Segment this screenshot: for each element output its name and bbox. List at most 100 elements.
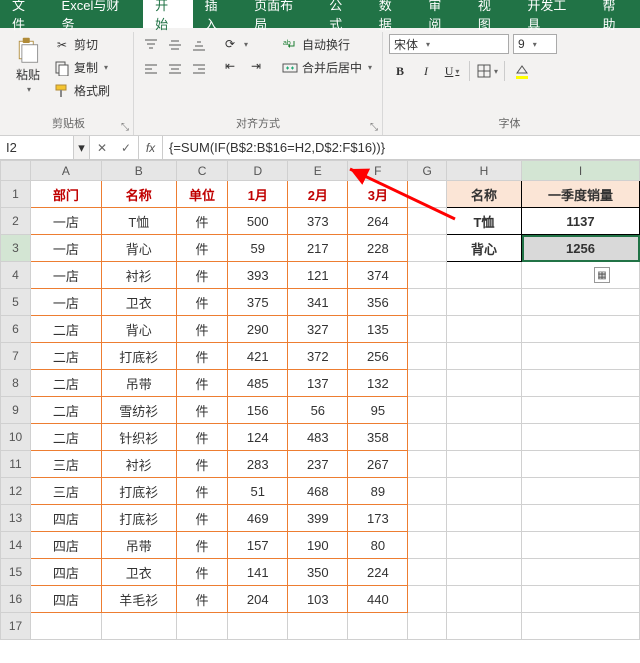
tab-home[interactable]: 开始 — [143, 0, 193, 28]
cell-E12[interactable]: 468 — [288, 478, 348, 505]
cell-G4[interactable] — [408, 262, 447, 289]
cell-G17[interactable] — [408, 613, 447, 640]
col-header-A[interactable]: A — [31, 161, 102, 181]
cell-I4[interactable] — [522, 262, 640, 289]
tab-excel-fin[interactable]: Excel与财务 — [50, 0, 144, 28]
cell-E2[interactable]: 373 — [288, 208, 348, 235]
format-painter-button[interactable]: 格式刷 — [50, 80, 114, 101]
cell-A13[interactable]: 四店 — [31, 505, 102, 532]
cell-B10[interactable]: 针织衫 — [101, 424, 176, 451]
cell-D5[interactable]: 375 — [228, 289, 288, 316]
fx-icon[interactable]: fx — [139, 136, 163, 159]
cell-F8[interactable]: 132 — [348, 370, 408, 397]
cell-E1[interactable]: 2月 — [288, 181, 348, 208]
tab-formulas[interactable]: 公式 — [317, 0, 367, 28]
cell-I2[interactable]: 1137 — [522, 208, 640, 235]
name-box[interactable]: I2 ▾ — [0, 136, 90, 159]
cell-E10[interactable]: 483 — [288, 424, 348, 451]
cell-B7[interactable]: 打底衫 — [101, 343, 176, 370]
cell-C17[interactable] — [176, 613, 227, 640]
wrap-text-button[interactable]: ab 自动换行 — [278, 34, 376, 55]
cell-G2[interactable] — [408, 208, 447, 235]
cell-I10[interactable] — [522, 424, 640, 451]
cell-A8[interactable]: 二店 — [31, 370, 102, 397]
cell-I5[interactable] — [522, 289, 640, 316]
cell-C13[interactable]: 件 — [176, 505, 227, 532]
cell-G16[interactable] — [408, 586, 447, 613]
cell-I8[interactable] — [522, 370, 640, 397]
cell-B6[interactable]: 背心 — [101, 316, 176, 343]
col-header-C[interactable]: C — [176, 161, 227, 181]
cell-F10[interactable]: 358 — [348, 424, 408, 451]
tab-insert[interactable]: 插入 — [193, 0, 243, 28]
font-name-select[interactable]: 宋体▾ — [389, 34, 509, 54]
cell-A9[interactable]: 二店 — [31, 397, 102, 424]
row-header-15[interactable]: 15 — [1, 559, 31, 586]
cell-E15[interactable]: 350 — [288, 559, 348, 586]
cell-B3[interactable]: 背心 — [101, 235, 176, 262]
cell-D12[interactable]: 51 — [228, 478, 288, 505]
cell-H6[interactable] — [446, 316, 521, 343]
cell-I3[interactable]: 1256 — [522, 235, 640, 262]
tab-file[interactable]: 文件 — [0, 0, 50, 28]
cell-D13[interactable]: 469 — [228, 505, 288, 532]
alignment-dialog-launcher[interactable]: ⤡ — [368, 121, 380, 133]
cell-H2[interactable]: T恤 — [446, 208, 521, 235]
cell-F11[interactable]: 267 — [348, 451, 408, 478]
merge-center-button[interactable]: 合并后居中 ▾ — [278, 57, 376, 78]
cell-H16[interactable] — [446, 586, 521, 613]
tab-dev[interactable]: 开发工具 — [515, 0, 590, 28]
cell-I11[interactable] — [522, 451, 640, 478]
cell-C14[interactable]: 件 — [176, 532, 227, 559]
tab-review[interactable]: 审阅 — [416, 0, 466, 28]
formula-cancel-button[interactable]: ✕ — [90, 136, 114, 159]
cell-F16[interactable]: 440 — [348, 586, 408, 613]
cell-H7[interactable] — [446, 343, 521, 370]
indent-increase-button[interactable]: ⇥ — [244, 56, 268, 76]
row-header-4[interactable]: 4 — [1, 262, 31, 289]
cell-I7[interactable] — [522, 343, 640, 370]
autofill-options-button[interactable]: ▦ — [594, 267, 610, 283]
cell-I17[interactable] — [522, 613, 640, 640]
cell-C9[interactable]: 件 — [176, 397, 227, 424]
cell-F3[interactable]: 228 — [348, 235, 408, 262]
tab-data[interactable]: 数据 — [367, 0, 417, 28]
col-header-I[interactable]: I — [522, 161, 640, 181]
cell-A6[interactable]: 二店 — [31, 316, 102, 343]
cell-E4[interactable]: 121 — [288, 262, 348, 289]
borders-button[interactable]: ▾ — [476, 60, 498, 82]
row-header-11[interactable]: 11 — [1, 451, 31, 478]
cell-H3[interactable]: 背心 — [446, 235, 521, 262]
cell-I12[interactable] — [522, 478, 640, 505]
cell-B14[interactable]: 吊带 — [101, 532, 176, 559]
cell-E6[interactable]: 327 — [288, 316, 348, 343]
align-top-button[interactable] — [140, 34, 162, 56]
cell-G1[interactable] — [408, 181, 447, 208]
cell-B8[interactable]: 吊带 — [101, 370, 176, 397]
cell-A1[interactable]: 部门 — [31, 181, 102, 208]
cell-G12[interactable] — [408, 478, 447, 505]
cell-F1[interactable]: 3月 — [348, 181, 408, 208]
cell-G14[interactable] — [408, 532, 447, 559]
cell-D10[interactable]: 124 — [228, 424, 288, 451]
cell-C5[interactable]: 件 — [176, 289, 227, 316]
cell-E5[interactable]: 341 — [288, 289, 348, 316]
align-center-button[interactable] — [164, 58, 186, 80]
cell-D1[interactable]: 1月 — [228, 181, 288, 208]
cell-G7[interactable] — [408, 343, 447, 370]
cell-G8[interactable] — [408, 370, 447, 397]
row-header-13[interactable]: 13 — [1, 505, 31, 532]
cell-H5[interactable] — [446, 289, 521, 316]
cell-C12[interactable]: 件 — [176, 478, 227, 505]
cell-E7[interactable]: 372 — [288, 343, 348, 370]
cell-F5[interactable]: 356 — [348, 289, 408, 316]
cell-H1[interactable]: 名称 — [446, 181, 521, 208]
cell-D9[interactable]: 156 — [228, 397, 288, 424]
col-header-D[interactable]: D — [228, 161, 288, 181]
indent-decrease-button[interactable]: ⇤ — [218, 56, 242, 76]
row-header-5[interactable]: 5 — [1, 289, 31, 316]
cell-E13[interactable]: 399 — [288, 505, 348, 532]
cell-C7[interactable]: 件 — [176, 343, 227, 370]
cell-I6[interactable] — [522, 316, 640, 343]
cell-D17[interactable] — [228, 613, 288, 640]
